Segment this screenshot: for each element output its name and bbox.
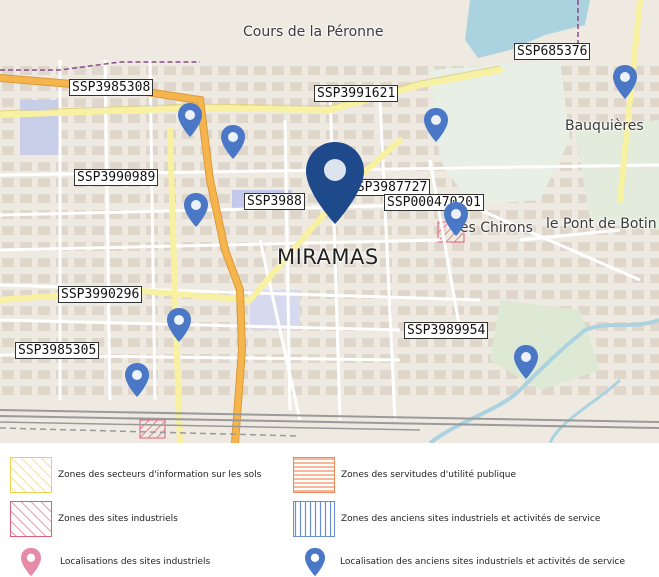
blue-pin-icon (305, 547, 325, 577)
legend-item-sites-industriels: Zones des sites industriels (10, 501, 178, 537)
legend-item-loc-sites: Localisations des sites industriels (20, 547, 210, 577)
legend-item-servitudes: Zones des servitudes d'utilité publique (293, 457, 516, 493)
map-pin-icon[interactable] (166, 307, 192, 343)
map-pin-icon[interactable] (220, 124, 246, 160)
place-cours-de-la-peronne: Cours de la Péronne (243, 24, 384, 40)
place-le-pont-de-botin: le Pont de Botin (546, 216, 657, 232)
map-pin-icon[interactable] (183, 192, 209, 228)
site-label: SSP685376 (514, 43, 591, 60)
map-pin-icon[interactable] (443, 201, 469, 237)
map-pin-icon[interactable] (124, 362, 150, 398)
map-pin-icon[interactable] (423, 107, 449, 143)
legend-label: Localisations des sites industriels (60, 557, 211, 567)
place-miramas: MIRAMAS (277, 245, 379, 269)
orange-lines-swatch-icon (293, 457, 335, 493)
legend-label: Localisation des anciens sites industrie… (340, 557, 626, 567)
map-legend: Zones des secteurs d'information sur les… (0, 443, 659, 577)
pink-pin-icon (21, 547, 41, 577)
industrial-zone (20, 100, 60, 155)
site-label: SSP3990989 (74, 169, 159, 186)
legend-label: Zones des servitudes d'utilité publique (341, 470, 516, 480)
site-label: SSP3990296 (58, 286, 143, 303)
place-bauquieres: Bauquières (565, 118, 644, 134)
site-label: SSP3989954 (404, 322, 489, 339)
legend-item-loc-anciens: Localisation des anciens sites industrie… (304, 547, 625, 577)
legend-label: Zones des secteurs d'information sur les… (58, 470, 262, 480)
map-pin-icon[interactable] (513, 344, 539, 380)
legend-label: Zones des anciens sites industriels et a… (341, 514, 601, 524)
selected-location-pin-icon[interactable] (304, 140, 366, 226)
map-pin-icon[interactable] (177, 102, 203, 138)
blue-lines-swatch-icon (293, 501, 335, 537)
pink-hatch-swatch-icon (10, 501, 52, 537)
site-label: SSP3991621 (314, 85, 399, 102)
legend-item-info-sols: Zones des secteurs d'information sur les… (10, 457, 261, 493)
yellow-hatch-swatch-icon (10, 457, 52, 493)
site-label: SSP3985308 (69, 79, 154, 96)
map-pin-icon[interactable] (612, 64, 638, 100)
site-label: SSP3988 (244, 193, 305, 210)
map-view[interactable]: Cours de la Péronne Bauquières les Chiro… (0, 0, 659, 443)
industrial-site-zone (139, 419, 166, 439)
site-label: SSP3985305 (15, 342, 100, 359)
legend-item-anciens-sites: Zones des anciens sites industriels et a… (293, 501, 600, 537)
legend-label: Zones des sites industriels (58, 514, 178, 524)
